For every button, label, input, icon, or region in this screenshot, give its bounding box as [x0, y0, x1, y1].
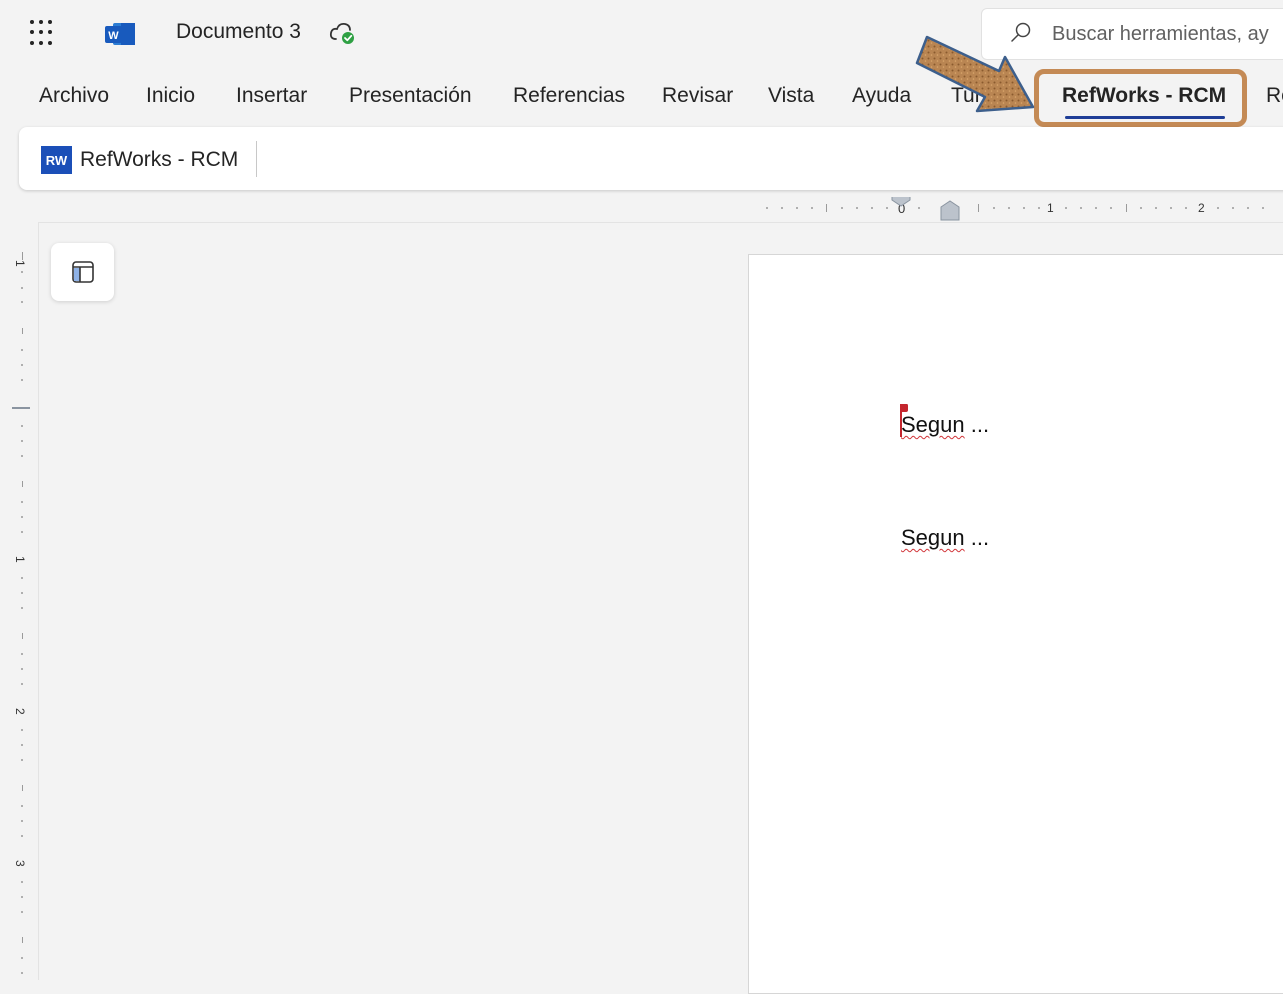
ribbon-divider	[256, 141, 257, 177]
tab-inicio[interactable]: Inicio	[146, 84, 195, 108]
vruler-mark-3: 3	[13, 860, 27, 867]
app-launcher-icon[interactable]	[30, 20, 56, 46]
vertical-ruler[interactable]: 1 1 2 3	[8, 240, 30, 979]
refworks-button[interactable]: RefWorks - RCM	[80, 148, 238, 172]
document-page[interactable]	[748, 254, 1283, 994]
refworks-icon[interactable]: RW	[41, 146, 72, 174]
document-title[interactable]: Documento 3	[176, 20, 301, 44]
tab-vista[interactable]: Vista	[768, 84, 814, 108]
ruler-mark-1: 1	[1047, 201, 1054, 215]
vruler-mark-1a: 1	[13, 260, 27, 267]
comment-marker-icon[interactable]	[899, 402, 909, 438]
highlight-box	[1034, 69, 1247, 127]
tab-archivo[interactable]: Archivo	[39, 84, 109, 108]
panel-icon	[71, 261, 94, 283]
tab-revisar[interactable]: Revisar	[662, 84, 733, 108]
tab-overflow[interactable]: Re	[1266, 84, 1283, 108]
navigation-pane-button[interactable]	[51, 243, 114, 301]
word-icon: W	[105, 23, 135, 45]
tab-referencias[interactable]: Referencias	[513, 84, 625, 108]
svg-text:W: W	[108, 30, 119, 42]
misspelled-word[interactable]: Segun	[901, 525, 965, 550]
search-placeholder[interactable]: Buscar herramientas, ay	[1052, 23, 1269, 46]
pointer-arrow-icon	[915, 35, 1035, 113]
tab-presentacion[interactable]: Presentación	[349, 84, 472, 108]
tab-ayuda[interactable]: Ayuda	[852, 84, 911, 108]
horizontal-ruler[interactable]: 0 1 2	[760, 197, 1283, 222]
paragraph-1[interactable]: Segun ...	[901, 412, 989, 438]
vruler-mark-2: 2	[13, 708, 27, 715]
paragraph-text: ...	[964, 525, 990, 550]
paragraph-text: ...	[964, 412, 990, 437]
tab-insertar[interactable]: Insertar	[236, 84, 307, 108]
vruler-mark-1b: 1	[13, 556, 27, 563]
paragraph-2[interactable]: Segun ...	[901, 525, 989, 551]
ruler-mark-2: 2	[1198, 201, 1205, 215]
misspelled-word[interactable]: Segun	[901, 412, 965, 437]
cloud-saved-icon[interactable]	[328, 20, 358, 48]
